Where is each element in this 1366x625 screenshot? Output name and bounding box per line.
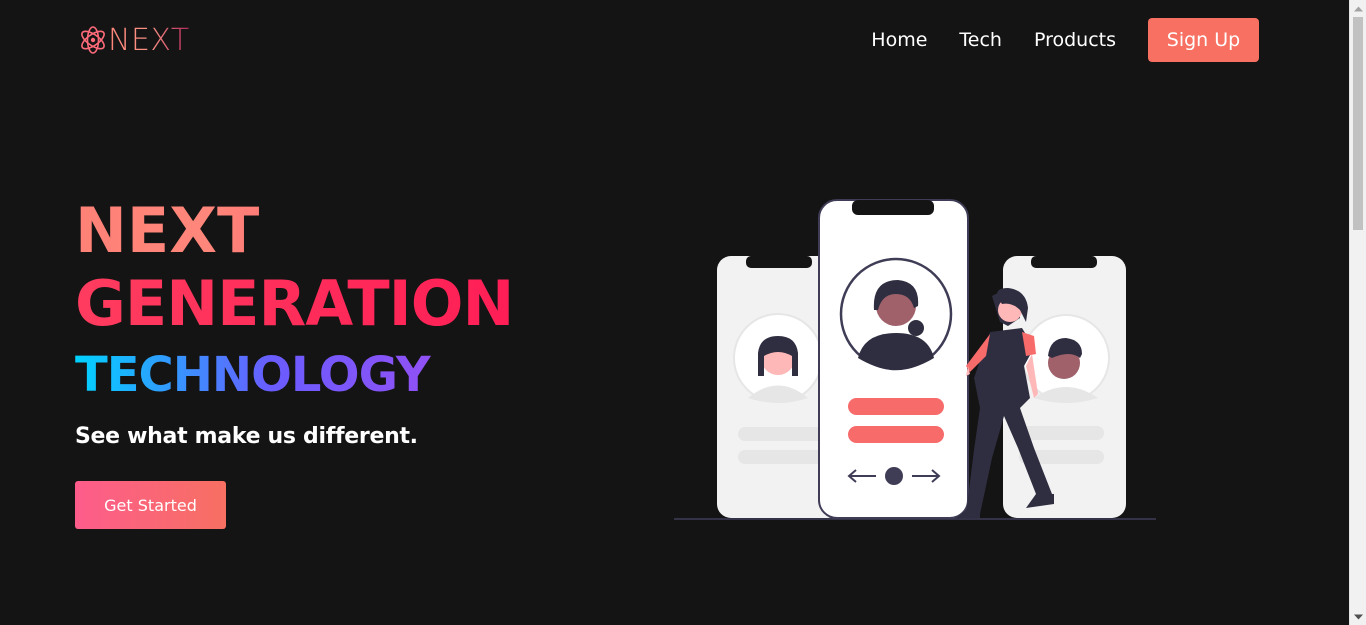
logo-link[interactable]: NEXT	[78, 22, 190, 58]
logo-text: NEXT	[108, 22, 190, 58]
nav-menu: Home Tech Products Sign Up	[839, 18, 1259, 62]
hero-heading-generation: GENERATION	[75, 267, 514, 340]
get-started-button[interactable]: Get Started	[75, 481, 226, 529]
hero-section: NEXT GENERATION TECHNOLOGY See what make…	[75, 196, 514, 529]
scroll-down-arrow-icon[interactable]	[1350, 608, 1366, 625]
nav-link-products[interactable]: Products	[1034, 29, 1116, 51]
hero-heading-next: NEXT	[75, 196, 513, 266]
hero-tagline: See what make us different.	[75, 424, 418, 449]
atom-icon	[81, 26, 105, 54]
nav-link-tech[interactable]: Tech	[959, 29, 1002, 51]
signup-button[interactable]: Sign Up	[1148, 18, 1259, 62]
hero-heading-technology: TECHNOLOGY	[75, 342, 513, 408]
scroll-up-arrow-icon[interactable]	[1350, 0, 1366, 17]
navbar: NEXT Home Tech Products Sign Up	[0, 0, 1349, 80]
phones-profile-illustration	[674, 199, 1156, 520]
nav-link-home[interactable]: Home	[871, 29, 927, 51]
scroll-thumb[interactable]	[1353, 17, 1363, 230]
page-scrollbar[interactable]	[1349, 0, 1366, 625]
